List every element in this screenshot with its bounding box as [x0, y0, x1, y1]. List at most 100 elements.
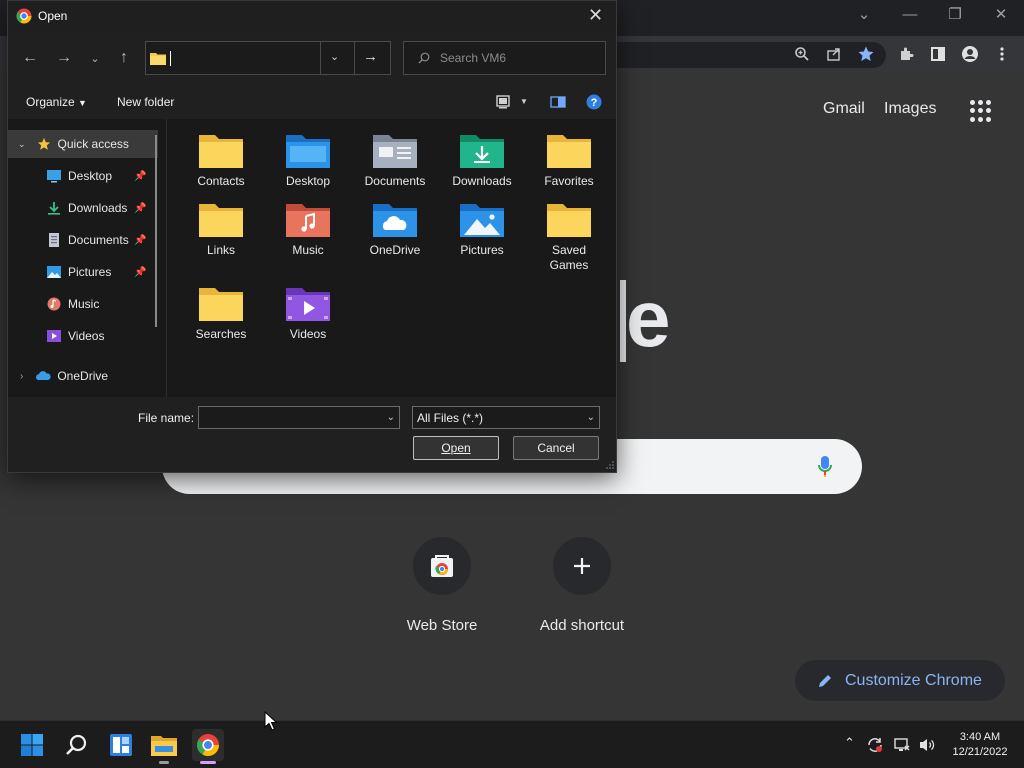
nav-documents[interactable]: Documents 📌 [8, 226, 158, 254]
command-bar: Organize ▼ New folder ▼ ? [8, 87, 616, 117]
location-bar[interactable]: ⌄ → [145, 41, 391, 75]
shortcut-web-store[interactable]: Web Store [377, 537, 507, 634]
folder-onedrive-label: OneDrive [369, 243, 421, 257]
go-arrow-icon[interactable]: → [363, 48, 378, 65]
dialog-titlebar[interactable]: Open ✕ [8, 1, 616, 33]
folder-saved-games-label: Saved Games [528, 243, 610, 273]
volume-icon[interactable] [918, 736, 936, 754]
folder-downloads-label: Downloads [452, 174, 512, 188]
folder-favorites-label: Favorites [544, 174, 594, 188]
nav-music[interactable]: Music [8, 290, 158, 318]
voice-search-icon[interactable] [818, 455, 832, 479]
forward-arrow-icon[interactable]: → [53, 47, 75, 69]
taskbar-search-button[interactable] [60, 729, 92, 761]
up-arrow-icon[interactable]: ↑ [113, 47, 135, 69]
start-button[interactable] [16, 729, 48, 761]
minimize-button[interactable]: — [896, 4, 924, 26]
nav-downloads[interactable]: Downloads 📌 [8, 194, 158, 222]
pencil-icon [819, 674, 831, 687]
help-icon[interactable]: ? [586, 94, 602, 110]
nav-pictures-label: Pictures [68, 265, 112, 279]
folder-links[interactable]: Links [180, 201, 262, 258]
nav-quick-access[interactable]: ⌄ Quick access [8, 130, 158, 158]
nav-pictures[interactable]: Pictures 📌 [8, 258, 158, 286]
tab-search-icon[interactable]: ⌄ [850, 4, 878, 26]
folder-desktop[interactable]: Desktop [267, 132, 349, 189]
folder-pictures[interactable]: Pictures [441, 201, 523, 258]
network-icon[interactable] [893, 736, 911, 754]
organize-dropdown-icon: ▼ [78, 98, 87, 108]
dialog-close-icon[interactable]: ✕ [588, 5, 603, 26]
zoom-icon[interactable] [790, 42, 814, 66]
show-hidden-icons-chevron-icon[interactable]: ⌃ [844, 735, 855, 751]
nav-scrollbar[interactable] [155, 135, 157, 327]
web-store-label: Web Store [406, 617, 478, 634]
nav-desktop-label: Desktop [68, 169, 113, 183]
text-caret [170, 51, 171, 66]
profile-avatar-icon[interactable] [958, 42, 982, 66]
file-explorer-button[interactable] [148, 729, 180, 764]
organize-button[interactable]: Organize ▼ [26, 95, 87, 109]
gmail-link[interactable]: Gmail [823, 100, 865, 118]
nav-videos-label: Videos [68, 329, 105, 343]
sync-icon[interactable] [866, 736, 884, 754]
chrome-logo-icon [16, 8, 32, 24]
share-icon[interactable] [822, 42, 846, 66]
widgets-button[interactable] [105, 729, 137, 761]
downloads-icon [48, 202, 60, 215]
folder-saved-games[interactable]: Saved Games [528, 201, 610, 273]
file-type-select[interactable]: All Files (*.*) ⌄ [412, 406, 600, 429]
view-options-icon[interactable] [496, 95, 510, 109]
file-type-dropdown-icon[interactable]: ⌄ [587, 412, 595, 423]
close-window-button[interactable]: ✕ [987, 4, 1015, 26]
nav-onedrive[interactable]: › OneDrive [8, 362, 158, 390]
clock-date: 12/21/2022 [952, 746, 1008, 758]
extensions-icon[interactable] [894, 42, 918, 66]
recent-locations-chevron-icon[interactable]: ⌄ [84, 47, 106, 69]
folder-videos[interactable]: Videos [267, 285, 349, 342]
file-name-input[interactable]: ⌄ [198, 406, 400, 429]
folder-contacts[interactable]: Contacts [180, 132, 262, 189]
bookmark-star-icon[interactable] [854, 42, 878, 66]
open-button[interactable]: Open [413, 436, 499, 460]
location-dropdown-chevron-icon[interactable]: ⌄ [330, 50, 339, 63]
organize-label: Organize [26, 95, 75, 109]
side-panel-icon[interactable] [926, 42, 950, 66]
folder-onedrive[interactable]: OneDrive [354, 201, 436, 258]
menu-kebab-icon[interactable] [990, 42, 1014, 66]
google-apps-icon[interactable] [970, 100, 992, 122]
open-file-dialog: Open ✕ ← → ⌄ ↑ ⌄ → Search VM6 Organize ▼… [7, 0, 617, 473]
expand-chevron-right-icon[interactable]: › [20, 371, 23, 382]
file-name-dropdown-icon[interactable]: ⌄ [387, 412, 395, 423]
customize-chrome-label: Customize Chrome [845, 671, 982, 689]
videos-icon [47, 330, 61, 342]
customize-chrome-button[interactable]: Customize Chrome [795, 660, 1005, 701]
restore-button[interactable]: ❐ [941, 4, 969, 26]
preview-pane-icon[interactable] [550, 95, 566, 109]
search-icon [418, 52, 430, 64]
folder-music[interactable]: Music [267, 201, 349, 258]
images-link[interactable]: Images [884, 100, 936, 118]
pin-icon: 📌 [134, 202, 147, 214]
search-input[interactable]: Search VM6 [403, 41, 606, 75]
dialog-footer: File name: ⌄ All Files (*.*) ⌄ Open Canc… [8, 397, 616, 472]
shortcut-add[interactable]: Add shortcut [517, 537, 647, 634]
nav-desktop[interactable]: Desktop 📌 [8, 162, 158, 190]
pictures-folder-icon [460, 204, 504, 237]
search-placeholder: Search VM6 [440, 51, 507, 65]
documents-folder-icon [373, 135, 417, 168]
chrome-logo-icon [197, 734, 219, 756]
new-folder-button[interactable]: New folder [117, 95, 174, 109]
cancel-button[interactable]: Cancel [513, 436, 599, 460]
back-arrow-icon[interactable]: ← [19, 47, 41, 69]
expand-chevron-icon[interactable]: ⌄ [18, 139, 26, 150]
folder-favorites[interactable]: Favorites [528, 132, 610, 189]
taskbar-clock[interactable]: 3:40 AM 12/21/2022 [944, 730, 1016, 760]
folder-searches[interactable]: Searches [180, 285, 262, 342]
nav-videos[interactable]: Videos [8, 322, 158, 350]
chrome-taskbar-button[interactable] [192, 729, 224, 764]
view-dropdown-icon[interactable]: ▼ [520, 97, 528, 106]
resize-grip-icon[interactable] [606, 461, 614, 469]
folder-downloads[interactable]: Downloads [441, 132, 523, 189]
folder-documents[interactable]: Documents [354, 132, 436, 189]
